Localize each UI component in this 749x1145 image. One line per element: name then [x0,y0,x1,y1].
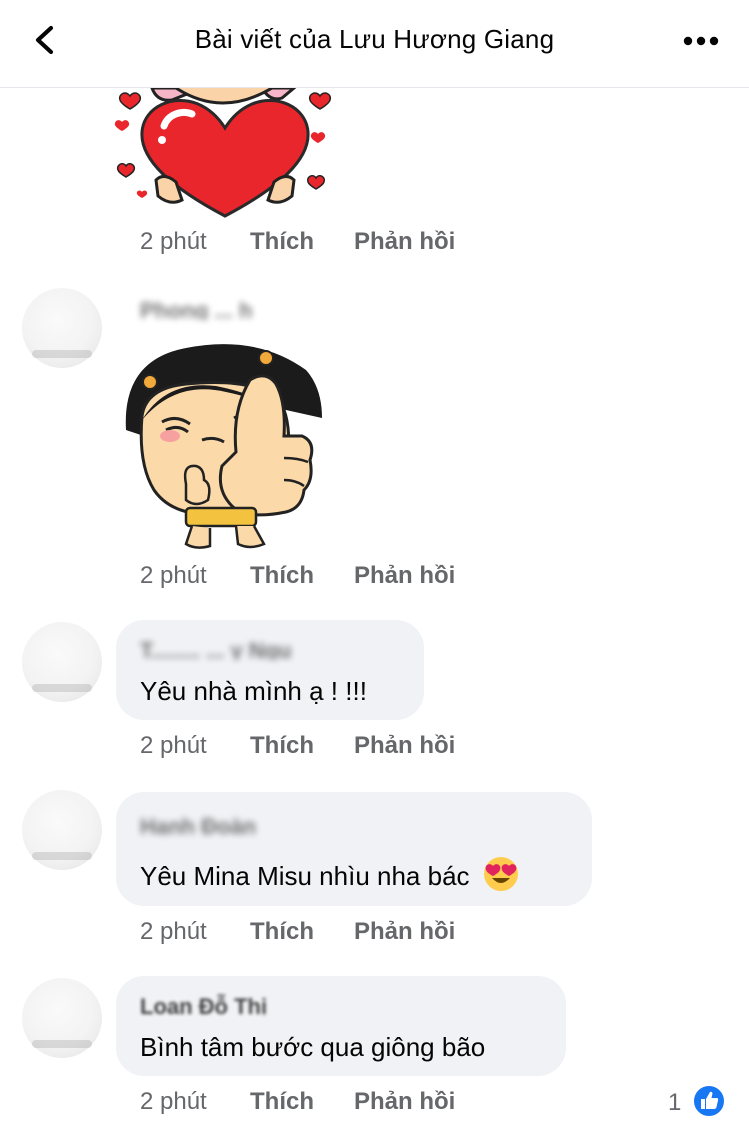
reply-link[interactable]: Phản hồi [354,228,455,256]
like-icon [692,1084,726,1118]
top-bar: Bài viết của Lưu Hương Giang [0,0,749,88]
comment-time: 2 phút [140,228,207,255]
comment-time: 2 phút [140,732,207,759]
comment-text: Yêu nhà mình ạ ! !!! [140,676,367,706]
comment-bubble: Hạnh Đoàn Yêu Mina Misu nhìu nha bác [116,792,592,906]
avatar[interactable] [22,978,102,1058]
reaction-count: 1 [668,1089,682,1116]
like-link[interactable]: Thích [250,918,314,946]
comment-time: 2 phút [140,562,207,589]
reply-link[interactable]: Phản hồi [354,732,455,760]
heart-sticker [112,86,338,218]
comment-author[interactable]: Loan Đỗ Thị [140,994,310,1016]
comment-author[interactable]: Hạnh Đoàn [140,814,300,836]
comment-author[interactable]: T........ ... y Ngu [140,638,340,660]
reaction-summary[interactable]: 1 [668,1084,730,1118]
avatar[interactable] [22,622,102,702]
more-options-button[interactable] [680,26,724,56]
heart-eyes-emoji [483,857,518,891]
thumbs-up-girl-sticker [116,340,326,552]
comment-text: Yêu Mina Misu nhìu nha bác [140,856,519,892]
reply-link[interactable]: Phản hồi [354,562,455,590]
avatar[interactable] [22,288,102,368]
comment-bubble: T........ ... y Ngu Yêu nhà mình ạ ! !!! [116,620,424,720]
reply-link[interactable]: Phản hồi [354,918,455,946]
comment-bubble: Loan Đỗ Thị Bình tâm bước qua giông bão [116,976,566,1076]
comment-time: 2 phút [140,918,207,945]
page-title: Bài viết của Lưu Hương Giang [194,24,555,54]
avatar[interactable] [22,790,102,870]
like-link[interactable]: Thích [250,1088,314,1116]
more-horizontal-icon [683,36,719,46]
comment-text: Bình tâm bước qua giông bão [140,1032,486,1062]
comment-author[interactable]: Phong ... h [140,298,310,320]
like-link[interactable]: Thích [250,228,314,256]
like-link[interactable]: Thích [250,562,314,590]
like-link[interactable]: Thích [250,732,314,760]
comment-time: 2 phút [140,1088,207,1115]
reply-link[interactable]: Phản hồi [354,1088,455,1116]
comment-text-content: Yêu Mina Misu nhìu nha bác [140,861,470,891]
